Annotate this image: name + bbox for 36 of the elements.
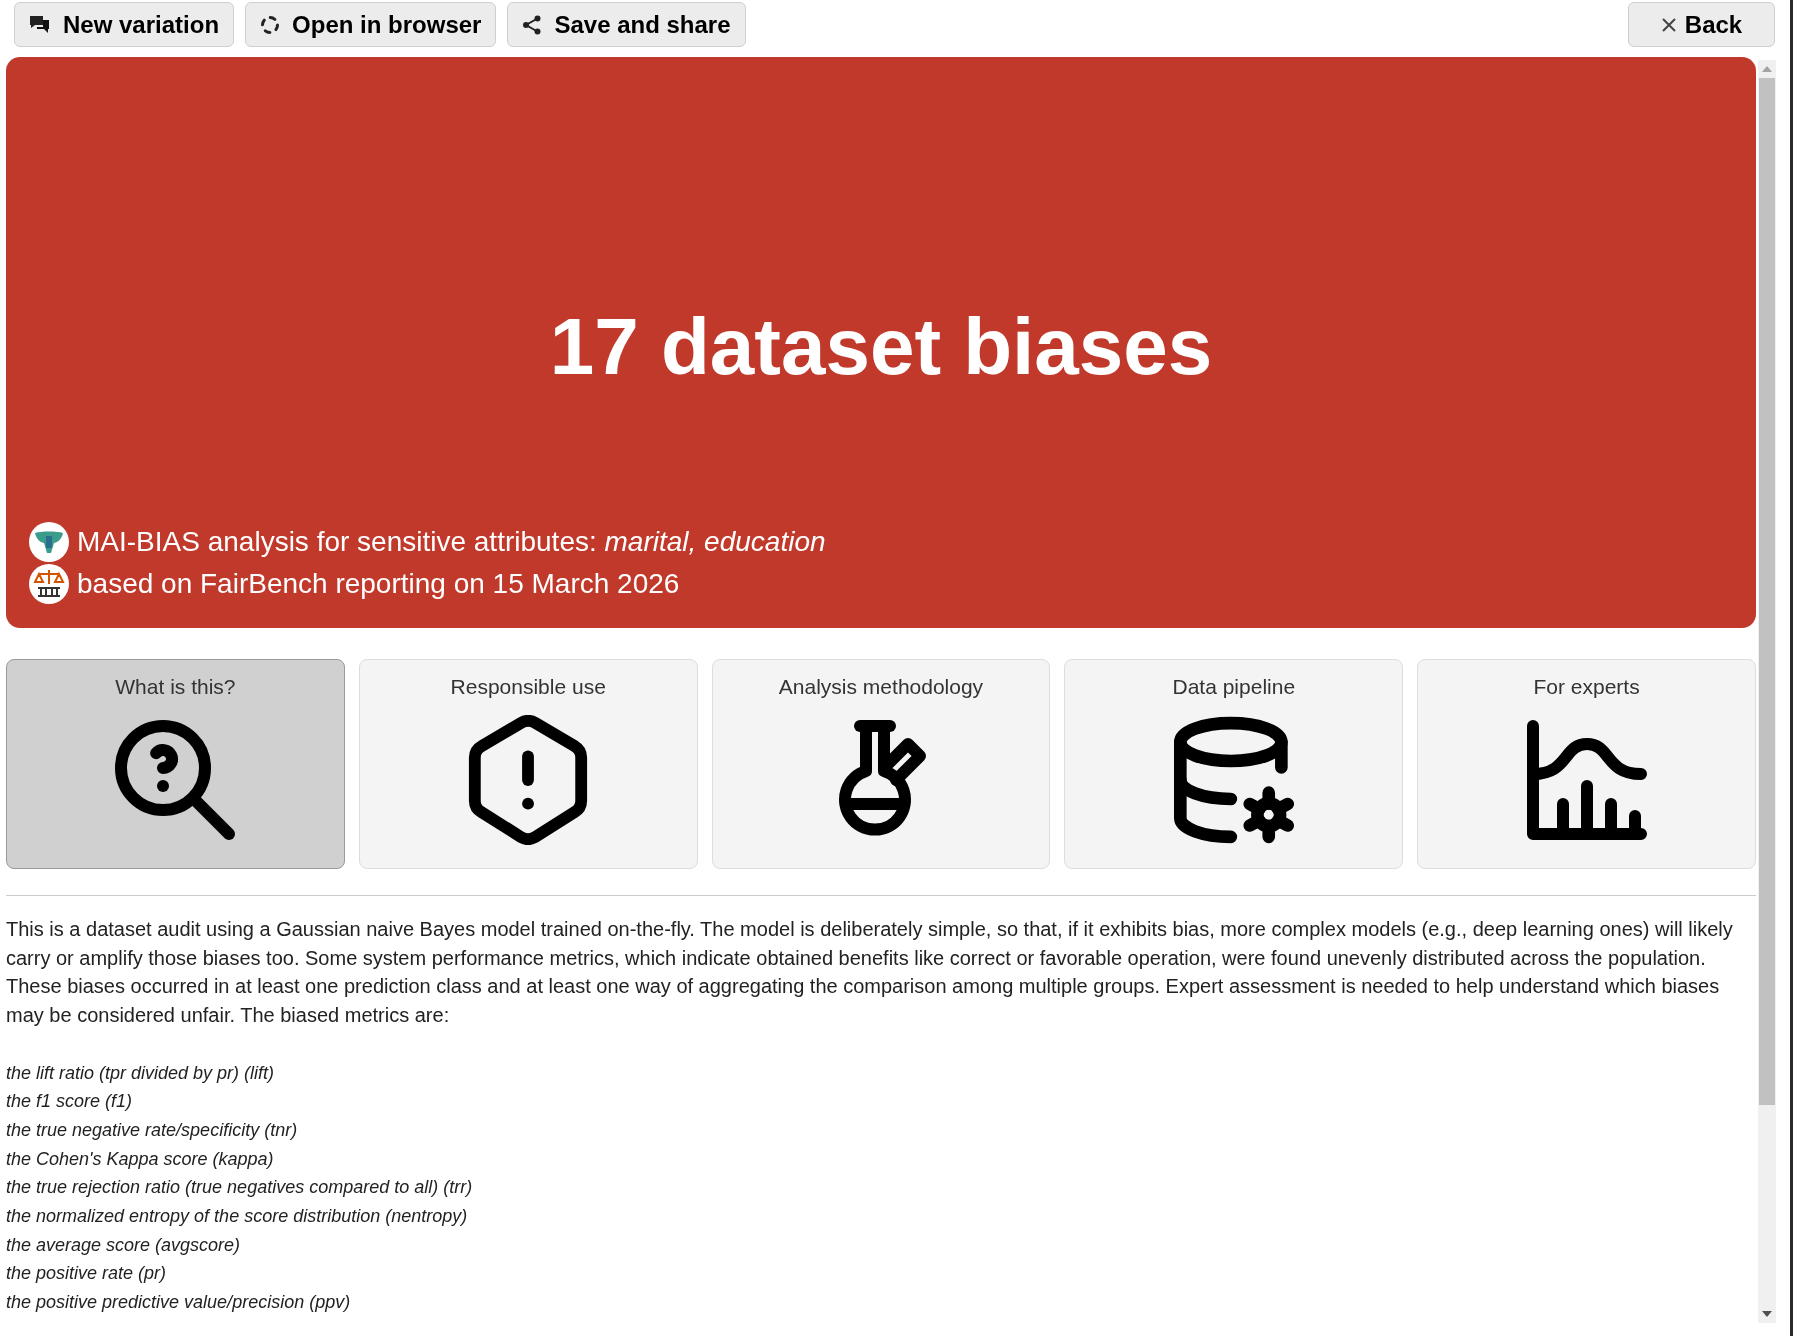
metric-item: the Cohen's Kappa score (kappa) bbox=[6, 1147, 274, 1171]
metric-item: the lift ratio (tpr divided by pr) (lift) bbox=[6, 1061, 275, 1085]
description-paragraph: This is a dataset audit using a Gaussian naive Bayes model trained on-the-fly. The model is deliberately simple, so that, if it exhibits bias, more complex models (e.g., deep learning ones) will likely carry or amplify those biases too. Some system performance metrics, which indicate obtained benefits like correct or favorable operation, were found unevenly distributed across the population. These biases occurred in at least one prediction class and at least one way of aggregating the comparison among multiple groups. Expert assessment is needed to help understand which biases may be considered unfair. The biased metrics are: bbox=[6, 917, 1734, 1029]
scroll-up-arrow-icon[interactable] bbox=[1762, 66, 1772, 72]
section-card[interactable]: What is this? bbox=[6, 659, 345, 869]
toolbar-button[interactable]: Save and share bbox=[507, 2, 746, 47]
scales-icon bbox=[29, 564, 69, 604]
metric-item: the positive predictive value/precision (ppv) bbox=[6, 1291, 351, 1315]
section-card[interactable]: Data pipeline bbox=[1064, 659, 1404, 869]
close-icon bbox=[1660, 16, 1677, 33]
metric-item: the normalized entropy of the score distribution (nentropy) bbox=[6, 1205, 468, 1228]
database-gear-icon bbox=[1173, 715, 1294, 844]
scrollbar-thumb[interactable] bbox=[1759, 78, 1775, 1105]
banner-title: 17 dataset biases bbox=[549, 306, 1213, 387]
metric-item: the positive rate (pr) bbox=[6, 1262, 167, 1286]
section-card[interactable]: Responsible use bbox=[358, 659, 698, 869]
warning-hexagon-icon bbox=[468, 714, 589, 845]
metric-item: the true negative rate/specificity (tnr) bbox=[6, 1118, 298, 1142]
loading-spinner-icon bbox=[260, 14, 281, 35]
metric-item: the average score (avgscore) bbox=[6, 1233, 241, 1257]
chart-icon bbox=[1526, 719, 1647, 840]
scrollbar[interactable] bbox=[1758, 60, 1776, 1323]
metric-item: the true rejection ratio (true negatives compared to all) (trr) bbox=[6, 1176, 473, 1200]
share-icon bbox=[522, 14, 543, 35]
toolbar-button[interactable]: Open in browser bbox=[245, 2, 497, 47]
section-card[interactable]: For experts bbox=[1417, 659, 1756, 869]
banner-subtitle: MAI-BIAS analysis for sensitive attributes: marital, education bbox=[77, 525, 826, 559]
section-card[interactable]: Analysis methodology bbox=[711, 659, 1051, 869]
back-button[interactable]: Back bbox=[1628, 2, 1775, 47]
question-magnifier-icon bbox=[115, 719, 236, 840]
speech-bubbles-icon bbox=[29, 14, 51, 35]
toolbar-button[interactable]: New variation bbox=[14, 2, 235, 47]
metric-item: the f1 score (f1) bbox=[6, 1090, 133, 1114]
emblem-icon bbox=[29, 522, 69, 562]
banner-subtitle: based on FairBench reporting on 15 March 2026 bbox=[77, 567, 680, 601]
scroll-down-arrow-icon[interactable] bbox=[1762, 1311, 1772, 1317]
